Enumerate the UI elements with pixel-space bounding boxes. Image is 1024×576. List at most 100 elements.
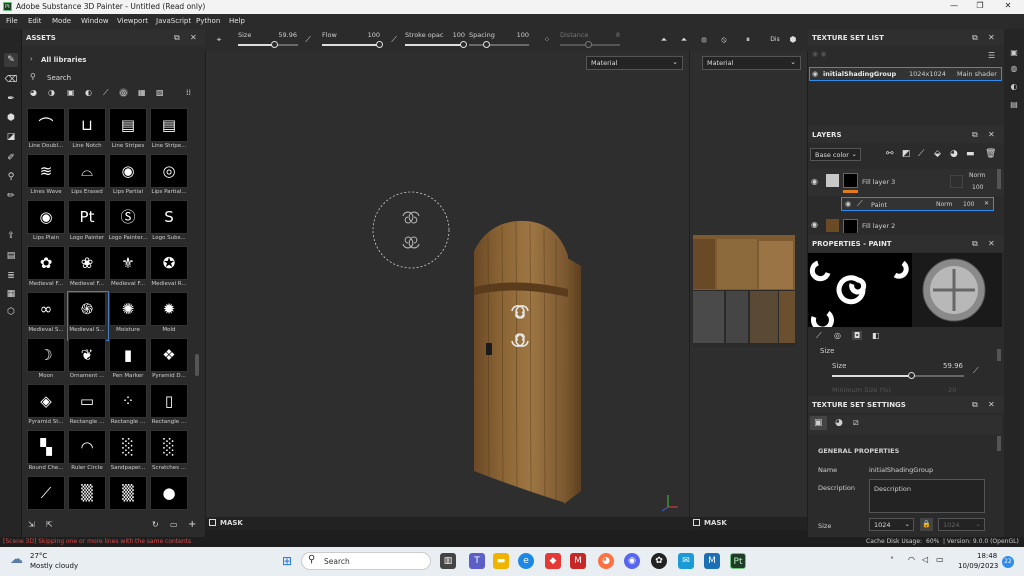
cube-icon[interactable]: ⬡ xyxy=(4,305,18,319)
polygon-fill-icon[interactable]: ◪ xyxy=(4,130,18,144)
delete-layer-icon[interactable]: 🗑 xyxy=(985,149,996,159)
flow-slider-knob[interactable] xyxy=(376,41,383,48)
smudge-icon[interactable]: ✐ xyxy=(4,151,18,165)
stroke-opacity-knob[interactable] xyxy=(460,41,467,48)
menu-window[interactable]: Window xyxy=(81,17,109,25)
asset-tile[interactable]: ☽ Moon xyxy=(27,338,67,386)
size-slider-knob[interactable] xyxy=(271,41,278,48)
all-libraries-link[interactable]: All libraries xyxy=(41,56,86,64)
asset-tile[interactable]: ◉ Lips Partial xyxy=(109,154,149,202)
menu-mode[interactable]: Mode xyxy=(52,17,71,25)
add-effect-icon[interactable]: ⚯ xyxy=(886,149,894,159)
effect-blend[interactable]: Norm xyxy=(936,201,952,208)
size-value[interactable]: 59.96 xyxy=(267,31,297,39)
file-explorer-icon[interactable]: ▥ xyxy=(440,553,456,569)
document-icon[interactable]: ▦ xyxy=(4,287,18,301)
pause-icon[interactable]: ⏸ xyxy=(743,35,753,45)
scatter-icon[interactable]: ⁘ xyxy=(542,35,552,45)
taskbar-search[interactable]: ⚲ Search xyxy=(301,552,431,570)
folder-icon[interactable]: ▬ xyxy=(493,553,509,569)
asset-tile[interactable]: ▮ Pen Marker xyxy=(109,338,149,386)
asset-tile[interactable]: ⌓ Lips Erased xyxy=(68,154,108,202)
asset-tile[interactable]: ✹ Mold xyxy=(150,292,190,340)
eye-icon[interactable]: ◉ xyxy=(812,70,818,78)
layers-scrollbar[interactable] xyxy=(997,169,1001,189)
menu-python[interactable]: Python xyxy=(196,17,220,25)
asset-tile[interactable]: ▒ xyxy=(68,476,108,516)
asset-tile[interactable]: ◎ Lips Partial... xyxy=(150,154,190,202)
asset-tile[interactable]: ▚ Round Che... xyxy=(27,430,67,478)
viewport-3d[interactable]: Material ⌄ MASK xyxy=(206,51,689,530)
add-group-icon[interactable]: ◕ xyxy=(950,149,958,159)
flow-value[interactable]: 100 xyxy=(350,31,380,39)
menu-javascript[interactable]: JavaScript xyxy=(156,17,191,25)
uv-material-dropdown[interactable]: Material ⌄ xyxy=(702,56,801,70)
add-mask-icon[interactable]: ◩ xyxy=(902,149,911,159)
float-panel-icon[interactable]: ⧉ xyxy=(972,33,978,43)
asset-tile[interactable]: ● xyxy=(150,476,190,516)
asset-tile[interactable]: Pt Logo Painter xyxy=(68,200,108,248)
bake-icon[interactable]: ⇪ xyxy=(4,229,18,243)
asset-tile[interactable]: ⚜ Medieval F... xyxy=(109,246,149,294)
windows-start-icon[interactable]: ⊞ xyxy=(279,553,295,569)
settings-material-tab-icon[interactable]: ◕ xyxy=(835,418,843,428)
shelf-icon[interactable]: ≣ xyxy=(4,269,18,283)
davinci-icon[interactable]: ✿ xyxy=(651,553,667,569)
prop-size-value[interactable]: 59.96 xyxy=(938,362,963,370)
brush-icon[interactable]: ⟋ xyxy=(303,35,313,45)
asset-tile[interactable]: ▤ Line Stripe... xyxy=(150,108,190,156)
paint-effect-row[interactable]: ◉ ⟋ Paint Norm 100 ✕ xyxy=(841,197,994,211)
smart-mask-filter-icon[interactable]: ◐ xyxy=(85,88,92,97)
asset-tile[interactable]: ✿ Medieval F... xyxy=(27,246,67,294)
disable-icon[interactable]: ⦸ xyxy=(719,35,729,45)
asset-tile[interactable]: ❦ Ornament ... xyxy=(68,338,108,386)
assets-scrollbar[interactable] xyxy=(195,354,199,376)
size-slider-track[interactable] xyxy=(238,44,298,46)
asset-tile[interactable]: ⁘ Rectangle ... xyxy=(109,384,149,432)
alpha-tab-icon[interactable]: ◎ xyxy=(834,331,841,340)
float-panel-icon[interactable]: ⧉ xyxy=(972,400,978,410)
import-icon[interactable]: ⇲ xyxy=(28,520,35,529)
assets-search-input[interactable]: Search xyxy=(47,74,71,82)
float-panel-icon[interactable]: ⧉ xyxy=(174,33,180,43)
layers-stack-icon[interactable]: ▤ xyxy=(4,249,18,263)
maximize-button[interactable]: ❐ xyxy=(970,1,990,10)
refresh-icon[interactable]: ↻ xyxy=(152,520,159,529)
lazy-mouse-icon[interactable]: ⌖ xyxy=(214,35,224,45)
mcafee-icon[interactable]: M xyxy=(570,553,586,569)
texture-set-icon[interactable]: ▣ xyxy=(1008,48,1020,60)
spacing-slider-track[interactable] xyxy=(469,44,529,46)
add-paint-layer-icon[interactable]: ⟋ xyxy=(918,149,924,159)
close-button[interactable]: ✕ xyxy=(998,1,1018,10)
add-folder-icon[interactable]: ▬ xyxy=(966,149,975,159)
asset-tile[interactable]: ✪ Medieval R... xyxy=(150,246,190,294)
close-panel-icon[interactable]: ✕ xyxy=(988,400,995,409)
lock-icon[interactable]: 🔒 xyxy=(920,518,933,531)
symmetry-icon[interactable]: ⏶ xyxy=(659,35,669,45)
asset-tile[interactable]: Ⓢ Logo Painter... xyxy=(109,200,149,248)
list-menu-icon[interactable]: ☰ xyxy=(988,51,995,60)
viewport-2d[interactable]: Material ⌄ MASK xyxy=(690,51,807,530)
color-picker-icon[interactable]: ✏ xyxy=(4,189,18,203)
minimize-button[interactable]: — xyxy=(944,1,964,10)
stroke-opacity-track[interactable] xyxy=(405,44,465,46)
asset-tile[interactable]: ≋ Lines Wave xyxy=(27,154,67,202)
edge-icon[interactable]: e xyxy=(518,553,534,569)
size-setting-dropdown[interactable]: 1024 ⌄ xyxy=(869,518,914,531)
menu-help[interactable]: Help xyxy=(229,17,245,25)
firefox-icon[interactable]: ◕ xyxy=(598,553,614,569)
asset-tile[interactable]: ⌒ Line Doubl... xyxy=(27,108,67,156)
spacing-slider-knob[interactable] xyxy=(483,41,490,48)
layer-row[interactable]: ◉ Fill layer 2 xyxy=(808,215,1004,233)
brush-filter-icon[interactable]: ⟋ xyxy=(103,88,109,98)
tray-chevron-icon[interactable]: ˄ xyxy=(890,556,894,565)
properties-scrollbar[interactable] xyxy=(997,349,1001,361)
asset-tile[interactable]: ֍ Medieval S... xyxy=(67,291,109,341)
asset-tile[interactable]: ⟋ xyxy=(27,476,67,516)
layer-blend[interactable]: Norm xyxy=(969,172,985,179)
log-icon[interactable]: ▤ xyxy=(1008,100,1020,112)
remove-effect-icon[interactable]: ✕ xyxy=(984,200,989,207)
chevron-right-icon[interactable]: › xyxy=(30,55,33,63)
asset-tile[interactable]: ▭ Rectangle ... xyxy=(68,384,108,432)
geometry-fill-icon[interactable]: ⬢ xyxy=(4,111,18,125)
